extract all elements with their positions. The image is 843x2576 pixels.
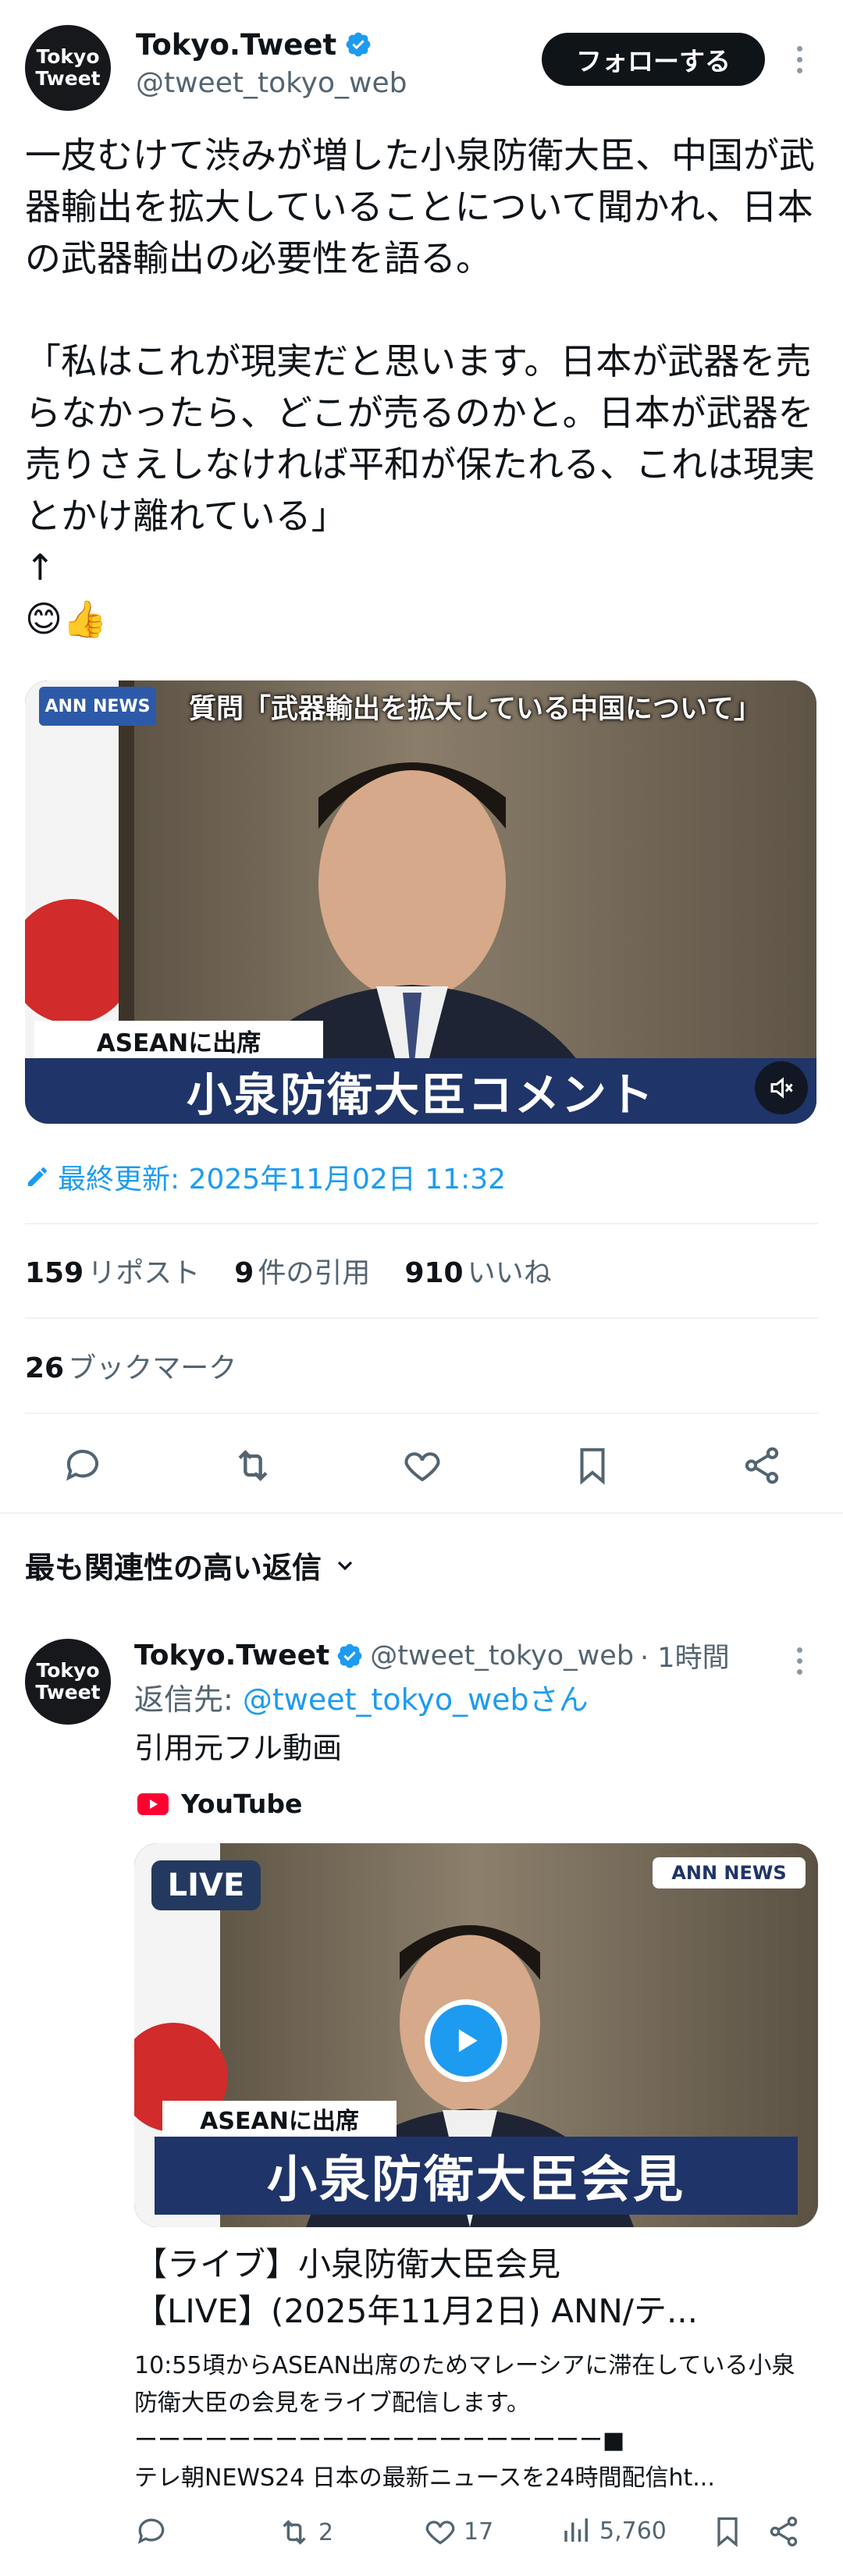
reply-time[interactable]: · 1時間: [640, 1636, 730, 1675]
reply-bookmark-button[interactable]: [710, 2514, 745, 2549]
bookmarks-label: ブックマーク: [68, 1352, 237, 1384]
mute-button[interactable]: [755, 1061, 808, 1114]
reply-views-count: 5,760: [599, 2517, 667, 2545]
follow-button[interactable]: フォローする: [542, 33, 765, 86]
card-description: 10:55頃からASEAN出席のためマレーシアに滞在している小泉防衛大臣の会見を…: [134, 2352, 795, 2492]
reply-more-options-icon[interactable]: [784, 1637, 815, 1684]
like-button[interactable]: [399, 1442, 446, 1489]
replying-to-link[interactable]: @tweet_tokyo_webさん: [243, 1682, 589, 1717]
tweet-text: 一皮むけて渋みが増した小泉防衛大臣、中国が武器輸出を拡大していることについて聞か…: [25, 134, 815, 640]
last-updated-row[interactable]: 最終更新: 2025年11月02日 11:32: [25, 1157, 506, 1197]
avatar-text-line2: Tweet: [35, 67, 101, 90]
share-button[interactable]: [738, 1442, 785, 1489]
last-updated-text[interactable]: 最終更新: 2025年11月02日 11:32: [58, 1157, 506, 1197]
avatar-text-line1: Tokyo: [36, 1659, 100, 1682]
likes-count: 910: [404, 1257, 464, 1289]
reply-reposts-count: 2: [318, 2518, 334, 2546]
tweet-video[interactable]: ANN NEWS 質問「武器輸出を拡大している中国について」 ASEANに出席 …: [25, 680, 816, 1124]
share-icon: [745, 1447, 779, 1484]
bookmarks-stat[interactable]: 26 ブックマーク: [25, 1345, 237, 1386]
avatar-text-line2: Tweet: [35, 1681, 101, 1704]
quotes-label: 件の引用: [258, 1257, 371, 1289]
reply-likes-count: 17: [464, 2517, 494, 2546]
bookmark-icon: [579, 1448, 605, 1485]
reply-author-name[interactable]: Tokyo.Tweet: [134, 1640, 329, 1672]
divider: [0, 1512, 843, 1514]
replies-sort-label: 最も関連性の高い返信: [25, 1551, 322, 1585]
pencil-icon: [28, 1167, 48, 1186]
reposts-stat[interactable]: 159 リポスト: [25, 1250, 200, 1291]
verified-badge-icon: [346, 32, 371, 57]
reply-video-card[interactable]: LIVE ANN NEWS ASEANに出席 小泉防衛大臣会見: [134, 1843, 818, 2227]
share-icon: [770, 2516, 798, 2547]
replies-sort-dropdown[interactable]: 最も関連性の高い返信: [25, 1544, 357, 1586]
reply-text: 引用元フル動画: [134, 1731, 343, 1765]
reply-header: Tokyo.Tweet @tweet_tokyo_web · 1時間: [134, 1636, 774, 1675]
repost-icon: [283, 2520, 306, 2545]
likes-label: いいね: [467, 1257, 552, 1289]
reply-icon: [137, 2518, 165, 2544]
reply-action-bar: 2 17 5,760: [134, 2514, 818, 2561]
video-sub-label: ASEANに出席: [34, 1021, 323, 1060]
reply-author-handle[interactable]: @tweet_tokyo_web: [370, 1640, 634, 1672]
avatar-text-line1: Tokyo: [36, 45, 100, 68]
reply-repost-button[interactable]: 2: [276, 2514, 333, 2550]
repost-icon: [238, 1450, 267, 1481]
reposts-count: 159: [25, 1257, 84, 1289]
reposts-label: リポスト: [87, 1257, 201, 1289]
bookmark-icon: [717, 2517, 738, 2548]
divider: [25, 1223, 818, 1224]
bookmark-button[interactable]: [569, 1442, 616, 1489]
engagement-stats-row: 159 リポスト 9 件の引用 910 いいね: [25, 1250, 552, 1291]
card-title[interactable]: 【ライブ】小泉防衛大臣会見 【LIVE】(2025年11月2日) ANN/テ..…: [134, 2241, 818, 2335]
play-button[interactable]: [425, 1999, 507, 2082]
divider: [25, 1317, 818, 1319]
ann-news-logo: ANN NEWS: [39, 687, 156, 726]
more-options-icon[interactable]: [784, 36, 815, 83]
heart-icon: [404, 1452, 440, 1482]
video-caption-top: 質問「武器輸出を拡大している中国について」: [189, 694, 761, 725]
card-main-label: 小泉防衛大臣会見: [155, 2137, 798, 2215]
youtube-icon: [137, 1793, 169, 1815]
reply-author-avatar[interactable]: Tokyo Tweet: [25, 1639, 111, 1725]
author-handle[interactable]: @tweet_tokyo_web: [136, 67, 526, 99]
author-name[interactable]: Tokyo.Tweet: [136, 28, 336, 62]
video-main-label: 小泉防衛大臣コメント: [25, 1058, 816, 1124]
reply-reply-button[interactable]: [134, 2514, 169, 2549]
heart-icon: [425, 2521, 455, 2545]
likes-stat[interactable]: 910 いいね: [404, 1250, 551, 1291]
views-chart-icon: [564, 2518, 588, 2542]
author-info[interactable]: Tokyo.Tweet @tweet_tokyo_web: [136, 25, 526, 100]
replying-to-prefix: 返信先:: [134, 1682, 243, 1717]
author-avatar[interactable]: Tokyo Tweet: [25, 25, 111, 111]
youtube-label: YouTube: [181, 1789, 303, 1819]
ann-news-logo: ANN NEWS: [653, 1857, 806, 1888]
reply-share-button[interactable]: [767, 2514, 801, 2549]
replying-to-line: 返信先: @tweet_tokyo_webさん: [134, 1678, 589, 1721]
reply-icon: [66, 1449, 99, 1481]
muted-speaker-icon: [770, 1077, 793, 1099]
play-icon: [458, 2029, 478, 2052]
quotes-count: 9: [234, 1257, 254, 1289]
bookmarks-count: 26: [25, 1352, 65, 1384]
quotes-stat[interactable]: 9 件の引用: [234, 1250, 370, 1291]
divider: [25, 1412, 818, 1414]
youtube-source[interactable]: YouTube: [137, 1789, 302, 1819]
reply-like-button[interactable]: 17: [423, 2514, 493, 2549]
live-badge: LIVE: [151, 1860, 261, 1910]
card-sub-label: ASEANに出席: [162, 2101, 397, 2137]
reply-views-button[interactable]: 5,760: [560, 2514, 667, 2547]
chevron-down-icon: [337, 1561, 353, 1570]
repost-button[interactable]: [229, 1442, 276, 1489]
verified-badge-icon: [337, 1643, 362, 1668]
tweet-action-bar: [59, 1442, 785, 1489]
reply-button[interactable]: [59, 1442, 106, 1489]
